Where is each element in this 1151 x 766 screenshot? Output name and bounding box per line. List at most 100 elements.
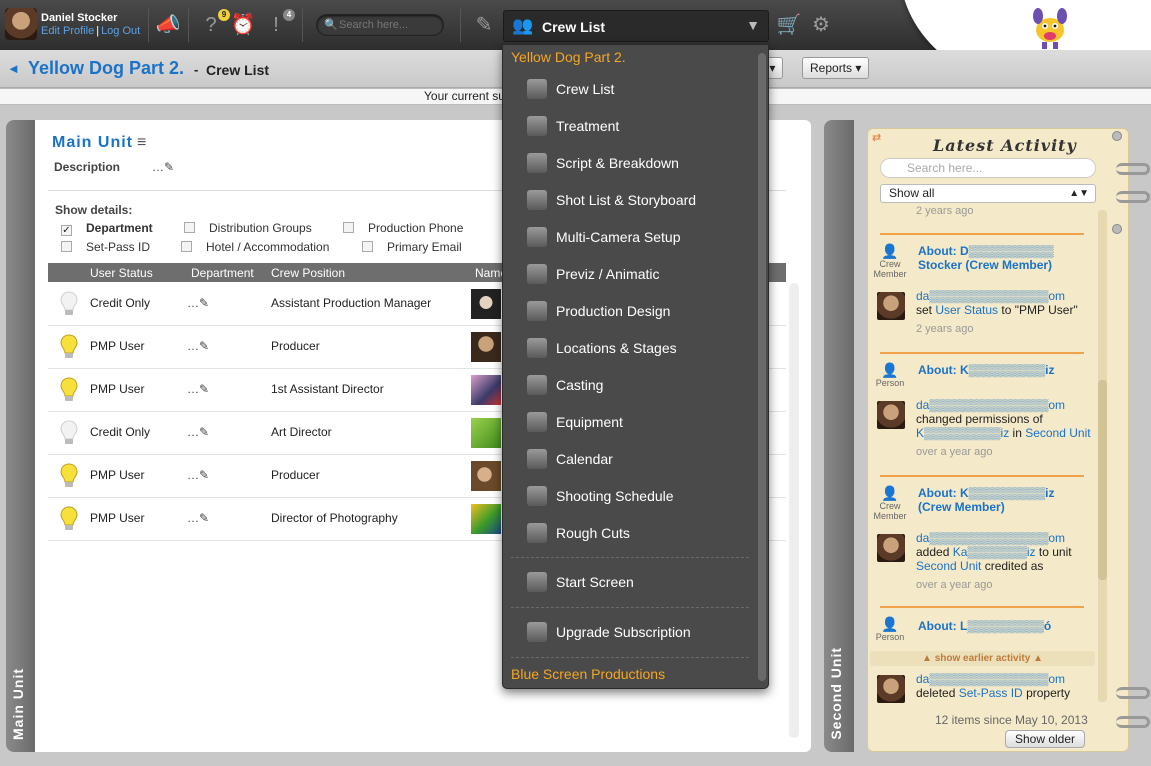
dropdown-project-header[interactable]: Yellow Dog Part 2.	[511, 49, 626, 65]
crew-photo[interactable]	[471, 289, 501, 319]
scrollbar-thumb[interactable]	[1098, 380, 1107, 580]
megaphone-icon[interactable]: 📣	[155, 12, 181, 38]
dropdown-scrollbar[interactable]	[758, 53, 766, 681]
lightbulb-icon[interactable]	[60, 334, 78, 360]
cart-icon[interactable]: 🛒	[776, 12, 802, 38]
back-arrow-icon[interactable]: ◄	[7, 61, 20, 76]
activity-type: 👤 Person	[873, 616, 907, 642]
activity-type: 👤 Crew Member	[873, 485, 907, 521]
reports-dropdown-button[interactable]: Reports ▾	[802, 57, 870, 79]
lightbulb-icon[interactable]	[60, 463, 78, 489]
activity-filter-select[interactable]: Show all ▲▼	[880, 184, 1096, 203]
divider	[188, 8, 189, 42]
alarm-clock-icon[interactable]: ⏰	[230, 12, 256, 38]
department-edit[interactable]: …✎	[187, 339, 209, 353]
menu-item-casting[interactable]: Casting	[503, 370, 758, 400]
column-header[interactable]: Department	[191, 266, 254, 280]
menu-item-treatment[interactable]: Treatment	[503, 111, 758, 141]
edit-profile-link[interactable]: Edit Profile	[41, 25, 94, 37]
column-header[interactable]: Crew Position	[271, 266, 345, 280]
menu-item-start-screen[interactable]: Start Screen	[503, 567, 758, 597]
crew-photo[interactable]	[471, 332, 501, 362]
detail-checkbox-distribution-groups[interactable]: Distribution Groups	[184, 221, 312, 235]
person-icon: 👤	[881, 616, 899, 632]
lightbulb-icon[interactable]	[60, 420, 78, 446]
user-avatar[interactable]	[5, 8, 37, 40]
department-edit[interactable]: …✎	[187, 296, 209, 310]
hamburger-menu-icon[interactable]: ≡	[137, 134, 146, 152]
column-header[interactable]: User Status	[90, 266, 153, 280]
calendar-icon	[527, 449, 547, 469]
activity-about[interactable]: About: K▒▒▒▒▒▒▒▒▒iz (Crew Member)	[918, 486, 1088, 514]
activity-time: 2 years ago	[916, 205, 974, 217]
top-search-input[interactable]: 🔍 Search here...	[316, 14, 444, 36]
activity-scrollbar[interactable]	[1098, 210, 1107, 702]
activity-about[interactable]: About: L▒▒▒▒▒▒▒▒▒ó	[918, 619, 1088, 633]
detail-checkbox-production-phone[interactable]: Production Phone	[343, 221, 463, 235]
gear-icon[interactable]: ⚙	[808, 12, 834, 38]
crew-photo[interactable]	[471, 504, 501, 534]
menu-item-previz-animatic[interactable]: Previz / Animatic	[503, 259, 758, 289]
second-unit-side-tab[interactable]: Second Unit	[824, 120, 854, 752]
activity-divider	[880, 233, 1084, 235]
checkbox[interactable]: ✓	[61, 225, 72, 236]
menu-item-calendar[interactable]: Calendar	[503, 444, 758, 474]
description-label: Description	[54, 160, 121, 174]
activity-search-input[interactable]: Search here...	[880, 158, 1096, 178]
tools-icon[interactable]: ✎	[471, 12, 497, 38]
checkbox[interactable]	[61, 241, 72, 252]
menu-item-script-breakdown[interactable]: Script & Breakdown	[503, 148, 758, 178]
detail-checkbox-set-pass-id[interactable]: Set-Pass ID	[61, 240, 150, 254]
treatment-icon	[527, 116, 547, 136]
checkbox[interactable]	[362, 241, 373, 252]
detail-checkbox-department[interactable]: ✓ Department	[61, 221, 153, 236]
activity-time: 2 years ago	[916, 323, 974, 335]
main-unit-side-tab[interactable]: Main Unit	[6, 120, 36, 752]
avatar[interactable]	[877, 534, 905, 562]
checkbox[interactable]	[343, 222, 354, 233]
avatar[interactable]	[877, 675, 905, 703]
show-older-button[interactable]: Show older	[1005, 730, 1085, 748]
description-edit[interactable]: …✎	[152, 160, 174, 174]
menu-item-equipment[interactable]: Equipment	[503, 407, 758, 437]
crew-photo[interactable]	[471, 418, 501, 448]
collapse-arrows-icon[interactable]: ⇄	[872, 131, 881, 144]
menu-item-shot-list-storyboard[interactable]: Shot List & Storyboard	[503, 185, 758, 215]
crew-position: Director of Photography	[271, 511, 398, 525]
menu-item-shooting-schedule[interactable]: Shooting Schedule	[503, 481, 758, 511]
lightbulb-icon[interactable]	[60, 377, 78, 403]
yellow-dog-logo-icon[interactable]	[1028, 4, 1074, 50]
menu-item-production-design[interactable]: Production Design	[503, 296, 758, 326]
menu-item-rough-cuts[interactable]: Rough Cuts	[503, 518, 758, 548]
project-link[interactable]: Yellow Dog Part 2.	[28, 58, 184, 79]
crew-photo[interactable]	[471, 375, 501, 405]
avatar[interactable]	[877, 401, 905, 429]
crew-photo[interactable]	[471, 461, 501, 491]
checkbox[interactable]	[184, 222, 195, 233]
menu-item-crew-list[interactable]: Crew List	[503, 74, 758, 104]
department-edit[interactable]: …✎	[187, 382, 209, 396]
department-edit[interactable]: …✎	[187, 425, 209, 439]
menu-item-multi-camera-setup[interactable]: Multi-Camera Setup	[503, 222, 758, 252]
dropdown-company-footer[interactable]: Blue Screen Productions	[511, 666, 665, 682]
detail-checkbox-hotel[interactable]: Hotel / Accommodation	[181, 240, 329, 254]
avatar[interactable]	[877, 292, 905, 320]
activity-about[interactable]: About: K▒▒▒▒▒▒▒▒▒iz	[918, 363, 1088, 377]
lightbulb-icon[interactable]	[60, 291, 78, 317]
checkbox[interactable]	[181, 241, 192, 252]
table-scrollbar[interactable]	[789, 283, 799, 738]
department-edit[interactable]: …✎	[187, 511, 209, 525]
menu-item-locations-stages[interactable]: Locations & Stages	[503, 333, 758, 363]
section-select[interactable]: 👥 Crew List ▼	[503, 10, 769, 42]
detail-checkbox-primary-email[interactable]: Primary Email	[362, 240, 462, 254]
activity-about[interactable]: About: D▒▒▒▒▒▒▒▒▒▒ Stocker (Crew Member)	[918, 244, 1088, 272]
help-icon[interactable]: ? 9	[198, 9, 230, 38]
department-edit[interactable]: …✎	[187, 468, 209, 482]
show-earlier-activity-button[interactable]: ▲ show earlier activity ▲	[870, 651, 1095, 666]
menu-item-upgrade-subscription[interactable]: Upgrade Subscription	[503, 617, 758, 647]
alert-icon[interactable]: ! 4	[263, 9, 295, 38]
section-select-value: Crew List	[542, 19, 606, 35]
log-out-link[interactable]: Log Out	[101, 25, 140, 37]
lightbulb-icon[interactable]	[60, 506, 78, 532]
section-dropdown-menu: Yellow Dog Part 2. Crew List Treatment Scr…	[502, 44, 769, 689]
